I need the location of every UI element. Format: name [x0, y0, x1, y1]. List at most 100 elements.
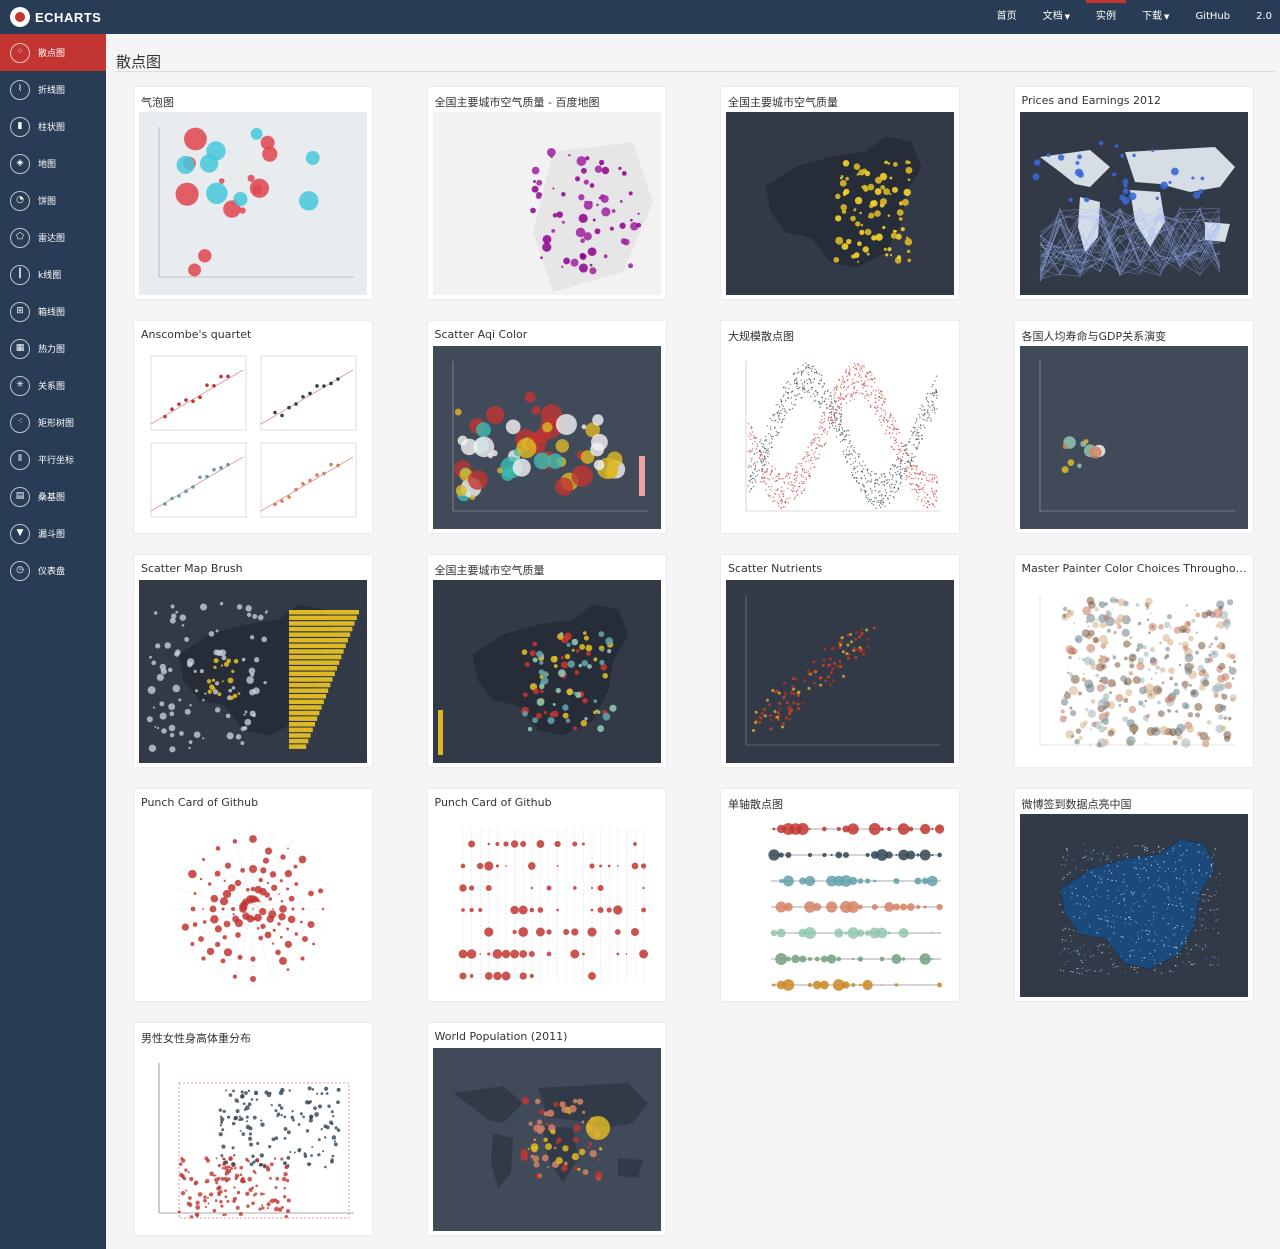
nav-examples[interactable]: 实例 [1086, 0, 1127, 34]
example-card-title[interactable]: Punch Card of Github [435, 796, 661, 809]
example-card[interactable]: Anscombe's quartet [134, 321, 372, 533]
example-thumbnail[interactable] [726, 112, 954, 295]
sidebar-item-label: 柱状图 [38, 123, 66, 133]
sidebar-item-graph[interactable]: ✳ 关系图 [0, 367, 106, 404]
sidebar-item-pie-chart[interactable]: ◔ 饼图 [0, 182, 106, 219]
sidebar-item-treemap[interactable]: ⁖ 矩形树图 [0, 404, 106, 441]
example-thumbnail[interactable] [1019, 112, 1248, 295]
nav-home[interactable]: 首页 [997, 0, 1017, 34]
example-card-title[interactable]: Scatter Nutrients [728, 562, 954, 575]
example-card[interactable]: 全国主要城市空气质量 [427, 555, 666, 767]
sidebar-item-heatmap[interactable]: ▦ 热力图 [0, 330, 106, 367]
echarts-logo[interactable]: ECHARTS [10, 7, 101, 27]
sidebar-item-label: 平行坐标 [38, 456, 75, 466]
example-card[interactable]: Prices and Earnings 2012 [1014, 87, 1253, 299]
sidebar-item-scatter[interactable]: ⁘ 散点图 [0, 34, 106, 71]
nav-docs-label: 文档 [1042, 11, 1063, 22]
example-thumbnail[interactable] [139, 814, 367, 997]
example-card[interactable]: 各国人均寿命与GDP关系演变 [1014, 321, 1253, 533]
sidebar-item-funnel[interactable]: ▼ 漏斗图 [0, 515, 106, 552]
example-thumbnail[interactable] [726, 346, 954, 529]
sidebar-item-bar-chart[interactable]: ▮ 柱状图 [0, 108, 106, 145]
example-card[interactable]: World Population (2011) [427, 1023, 666, 1235]
example-card-title[interactable]: Prices and Earnings 2012 [1022, 94, 1248, 107]
example-card-title[interactable]: 全国主要城市空气质量 [435, 562, 661, 578]
thumbnail-preview-image [432, 346, 661, 529]
example-card[interactable]: 微博签到数据点亮中国 [1014, 789, 1253, 1001]
example-card-title[interactable]: 微博签到数据点亮中国 [1022, 796, 1248, 812]
sidebar: ⁘ 散点图 ⌇ 折线图 ▮ 柱状图 ◈ 地图 ◔ 饼图 ⬠ 雷达图 ┃ k线图 ⊞ 箱线图 ▦ 热力图 ✳ 关系图 ⁖ 矩… [0, 34, 106, 1249]
example-thumbnail[interactable] [726, 580, 954, 763]
sidebar-item-candlestick[interactable]: ┃ k线图 [0, 256, 106, 293]
sidebar-item-sankey[interactable]: ▤ 桑基图 [0, 478, 106, 515]
nav-download-dropdown[interactable]: 下载 ▼ [1142, 0, 1169, 34]
example-thumbnail[interactable] [139, 346, 367, 529]
example-thumbnail[interactable] [726, 814, 954, 997]
example-thumbnail[interactable] [1019, 346, 1248, 529]
example-card[interactable]: Punch Card of Github [427, 789, 666, 1001]
sidebar-item-label: 热力图 [38, 345, 66, 355]
example-card-title[interactable]: World Population (2011) [435, 1030, 661, 1043]
thumbnail-preview-image [1019, 580, 1248, 763]
thumbnail-preview-image [432, 814, 661, 997]
sidebar-item-label: 散点图 [38, 49, 66, 59]
example-card[interactable]: 男性女性身高体重分布 [134, 1023, 372, 1235]
sidebar-item-gauge[interactable]: ◷ 仪表盘 [0, 552, 106, 589]
sidebar-item-line-chart[interactable]: ⌇ 折线图 [0, 71, 106, 108]
example-thumbnail[interactable] [139, 112, 367, 295]
example-card-title[interactable]: 单轴散点图 [728, 796, 954, 812]
example-thumbnail[interactable] [139, 1048, 367, 1231]
sidebar-item-parallel[interactable]: ⦀ 平行坐标 [0, 441, 106, 478]
example-thumbnail[interactable] [432, 1048, 661, 1231]
example-card[interactable]: 气泡图 [134, 87, 372, 299]
sidebar-item-label: 漏斗图 [38, 530, 66, 540]
example-card-title[interactable]: Punch Card of Github [141, 796, 367, 809]
example-thumbnail[interactable] [432, 346, 661, 529]
example-card[interactable]: Scatter Map Brush [134, 555, 372, 767]
example-card-title[interactable]: 气泡图 [141, 94, 367, 110]
logo-icon [10, 7, 30, 27]
thumbnail-preview-image [1019, 814, 1248, 997]
example-card[interactable]: Scatter Aqi Color [427, 321, 666, 533]
nav-github[interactable]: GitHub [1195, 0, 1230, 34]
nav-docs-dropdown[interactable]: 文档 ▼ [1043, 0, 1070, 34]
thumbnail-preview-image [1019, 112, 1248, 295]
parallel-icon: ⦀ [10, 449, 30, 470]
logo-text: ECHARTS [35, 9, 102, 25]
example-thumbnail[interactable] [1019, 580, 1248, 763]
thumbnail-preview-image [726, 112, 954, 295]
example-card-title[interactable]: 全国主要城市空气质量 - 百度地图 [435, 94, 661, 110]
example-thumbnail[interactable] [432, 112, 661, 295]
example-card[interactable]: Master Painter Color Choices Throughout.… [1014, 555, 1253, 767]
example-thumbnail[interactable] [139, 580, 367, 763]
example-card-title[interactable]: 各国人均寿命与GDP关系演变 [1022, 328, 1248, 344]
sidebar-item-label: 桑基图 [38, 493, 66, 503]
example-card-title[interactable]: Scatter Map Brush [141, 562, 367, 575]
example-card[interactable]: 全国主要城市空气质量 - 百度地图 [427, 87, 666, 299]
example-card-title[interactable]: 男性女性身高体重分布 [141, 1030, 367, 1046]
nav-version[interactable]: 2.0 [1256, 0, 1272, 34]
example-card-title[interactable]: Scatter Aqi Color [435, 328, 661, 341]
example-card[interactable]: 单轴散点图 [721, 789, 959, 1001]
example-thumbnail[interactable] [432, 814, 661, 997]
sidebar-item-boxplot[interactable]: ⊞ 箱线图 [0, 293, 106, 330]
example-card[interactable]: Punch Card of Github [134, 789, 372, 1001]
sidebar-item-radar[interactable]: ⬠ 雷达图 [0, 219, 106, 256]
example-thumbnail[interactable] [432, 580, 661, 763]
example-card-title[interactable]: 大规模散点图 [728, 328, 954, 344]
example-card[interactable]: 全国主要城市空气质量 [721, 87, 959, 299]
boxplot-icon: ⊞ [10, 301, 30, 322]
thumbnail-preview-image [139, 814, 367, 997]
thumbnail-preview-image [139, 580, 367, 763]
treemap-icon: ⁖ [10, 412, 30, 433]
example-card[interactable]: Scatter Nutrients [721, 555, 959, 767]
map-icon: ◈ [10, 153, 30, 174]
example-card[interactable]: 大规模散点图 [721, 321, 959, 533]
example-thumbnail[interactable] [1019, 814, 1248, 997]
thumbnail-preview-image [139, 346, 367, 529]
radar-icon: ⬠ [10, 227, 30, 248]
example-card-title[interactable]: Master Painter Color Choices Throughout.… [1022, 562, 1248, 575]
example-card-title[interactable]: Anscombe's quartet [141, 328, 367, 341]
sidebar-item-map[interactable]: ◈ 地图 [0, 145, 106, 182]
example-card-title[interactable]: 全国主要城市空气质量 [728, 94, 954, 110]
